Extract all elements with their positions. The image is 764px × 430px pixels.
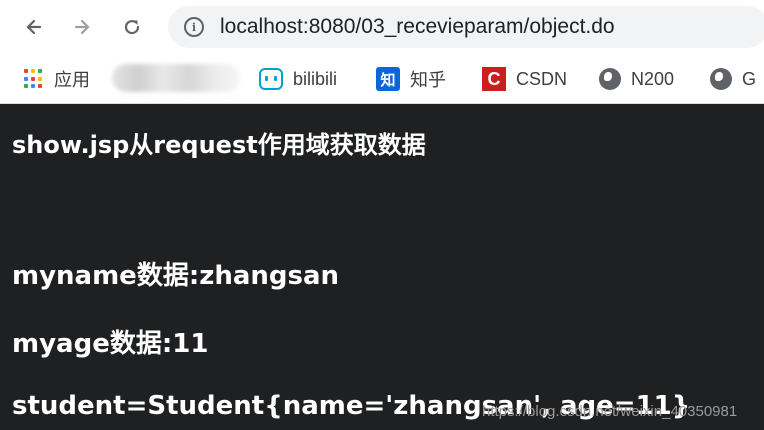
- bookmark-csdn[interactable]: C CSDN: [482, 66, 567, 92]
- zhihu-icon: 知: [376, 67, 400, 91]
- address-bar[interactable]: i localhost:8080/03_recevieparam/object.…: [168, 6, 764, 48]
- bookmark-label: G: [742, 68, 757, 89]
- page-heading: show.jsp从request作用域获取数据: [12, 131, 426, 159]
- myname-line: myname数据:zhangsan: [12, 261, 340, 291]
- bilibili-icon: [259, 68, 283, 90]
- myage-line: myage数据:11: [12, 329, 209, 359]
- apps-grid-icon: [24, 69, 44, 89]
- blurred-bookmark: [112, 64, 240, 92]
- bookmark-bilibili[interactable]: bilibili: [259, 66, 337, 92]
- bookmark-label: bilibili: [293, 68, 338, 89]
- bookmark-zhihu[interactable]: 知 知乎: [376, 66, 446, 92]
- url-text[interactable]: localhost:8080/03_recevieparam/object.do: [220, 15, 615, 39]
- back-arrow-icon[interactable]: [18, 11, 50, 43]
- bookmark-n200[interactable]: N200: [599, 66, 674, 92]
- forward-arrow-icon[interactable]: [66, 11, 98, 43]
- bookmarks-bar: 应用 bilibili 知 知乎 C CSDN N200 G: [0, 54, 764, 104]
- csdn-icon: C: [482, 67, 506, 91]
- bookmark-label: 应用: [54, 70, 90, 90]
- bookmark-label: N200: [631, 68, 675, 89]
- bookmark-label: CSDN: [516, 68, 568, 89]
- reload-icon[interactable]: [116, 11, 148, 43]
- globe-icon: [710, 68, 732, 90]
- bookmark-g[interactable]: G: [710, 66, 756, 92]
- info-icon[interactable]: i: [184, 17, 204, 37]
- watermark: https://blog.csdn.net/weixin_40350981: [482, 403, 738, 420]
- browser-toolbar: i localhost:8080/03_recevieparam/object.…: [0, 0, 764, 54]
- globe-icon: [599, 68, 621, 90]
- bookmark-label: 知乎: [410, 70, 446, 90]
- page-content: show.jsp从request作用域获取数据 myname数据:zhangsa…: [0, 105, 764, 430]
- bookmark-apps[interactable]: 应用: [24, 66, 90, 92]
